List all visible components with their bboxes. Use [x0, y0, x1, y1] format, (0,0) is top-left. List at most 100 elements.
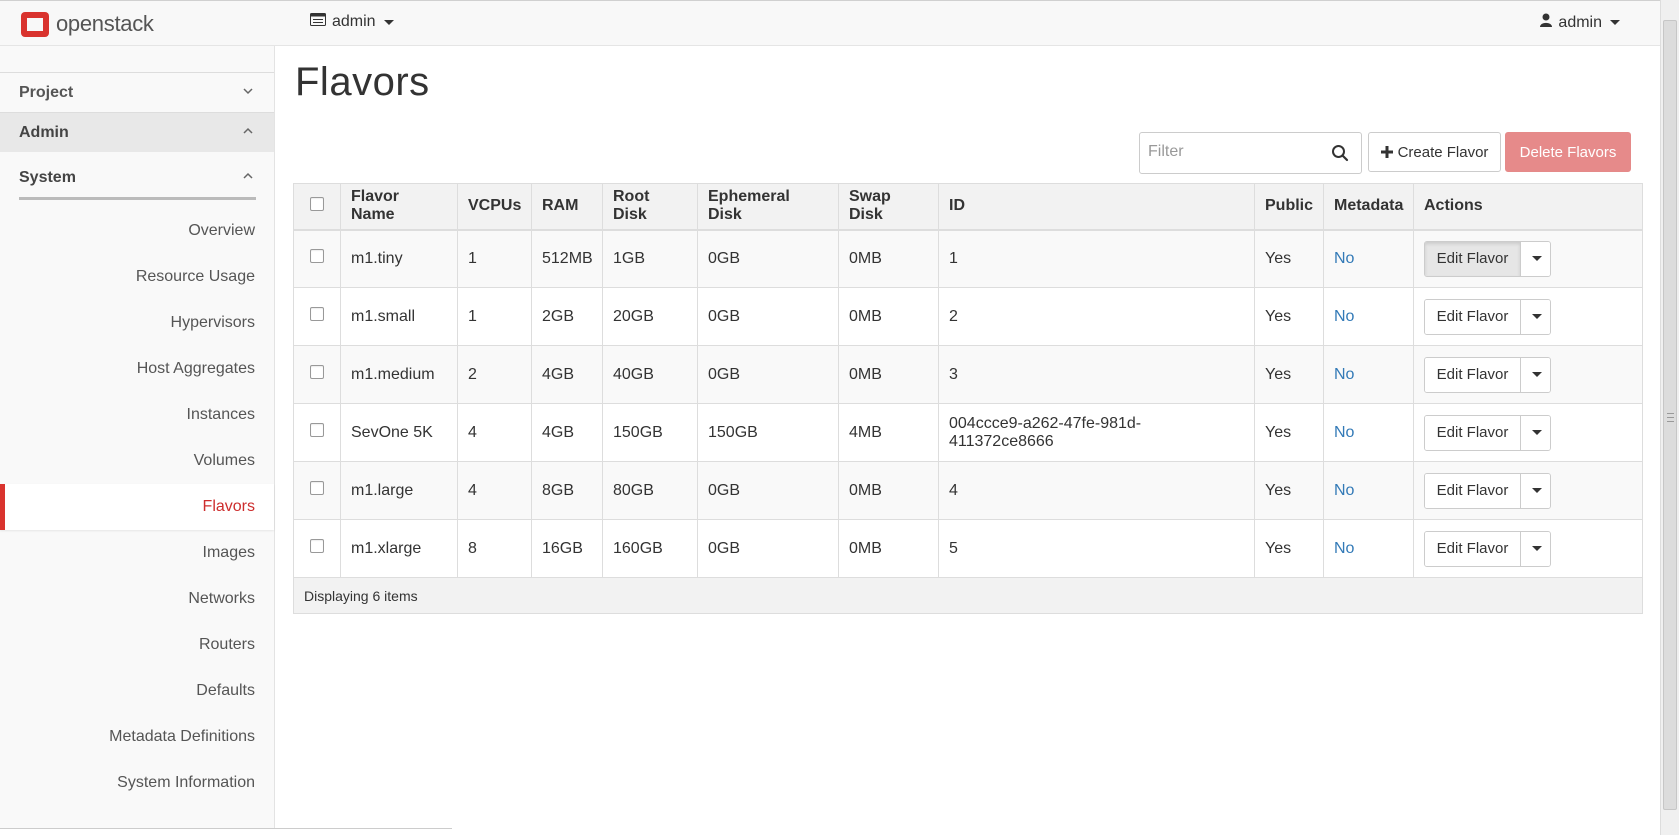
row-actions-toggle[interactable]	[1521, 415, 1550, 450]
row-actions-toggle[interactable]	[1521, 473, 1550, 508]
metadata-link[interactable]: No	[1334, 424, 1354, 441]
row-select-cell	[293, 461, 341, 520]
project-switcher[interactable]: admin	[310, 13, 394, 31]
cell-actions: Edit Flavor	[1413, 461, 1643, 520]
sidebar-item-metadata-definitions[interactable]: Metadata Definitions	[0, 714, 274, 760]
sidebar-item-overview[interactable]: Overview	[0, 208, 274, 254]
edit-flavor-button[interactable]: Edit Flavor	[1425, 299, 1521, 334]
plus-icon	[1380, 146, 1393, 158]
sidebar-item-system-information[interactable]: System Information	[0, 760, 274, 806]
sidebar-group-label: Project	[19, 83, 74, 101]
cell-metadata: No	[1323, 345, 1414, 404]
row-select-cell	[293, 287, 341, 346]
cell-ephemeral-disk: 0GB	[697, 229, 839, 288]
column-header-swap-disk[interactable]: Swap Disk	[838, 183, 939, 231]
column-header-metadata[interactable]: Metadata	[1323, 183, 1414, 231]
sidebar-group-project[interactable]: Project	[0, 72, 274, 112]
filter-box	[1139, 132, 1362, 174]
cell-vcpus: 8	[457, 519, 532, 578]
edit-flavor-button[interactable]: Edit Flavor	[1425, 241, 1521, 276]
chevron-down-icon	[1531, 314, 1542, 319]
chevron-down-icon	[1531, 372, 1542, 377]
metadata-link[interactable]: No	[1334, 482, 1354, 499]
sidebar-item-routers[interactable]: Routers	[0, 622, 274, 668]
row-actions-toggle[interactable]	[1521, 357, 1550, 392]
search-icon[interactable]	[1331, 144, 1349, 162]
table-row: m1.small 1 2GB 20GB 0GB 0MB 2 Yes No Edi…	[293, 287, 1643, 346]
edit-flavor-button[interactable]: Edit Flavor	[1425, 415, 1521, 450]
cell-root-disk: 40GB	[602, 345, 698, 404]
row-checkbox[interactable]	[310, 365, 324, 379]
edit-flavor-button[interactable]: Edit Flavor	[1425, 473, 1521, 508]
scrollbar-thumb[interactable]	[1663, 20, 1677, 810]
cell-ephemeral-disk: 0GB	[697, 345, 839, 404]
openstack-logo[interactable]: openstack	[20, 9, 154, 39]
metadata-link[interactable]: No	[1334, 308, 1354, 325]
row-actions: Edit Flavor	[1424, 356, 1551, 393]
select-all-checkbox[interactable]	[310, 196, 324, 211]
row-checkbox[interactable]	[310, 423, 324, 437]
row-actions: Edit Flavor	[1424, 240, 1551, 277]
sidebar-item-hypervisors[interactable]: Hypervisors	[0, 300, 274, 346]
chevron-down-icon	[1531, 256, 1542, 262]
cell-public: Yes	[1254, 461, 1324, 520]
metadata-link[interactable]: No	[1334, 540, 1354, 557]
cell-public: Yes	[1254, 229, 1324, 288]
column-header-ram[interactable]: RAM	[531, 183, 603, 231]
cell-flavor-name: SevOne 5K	[340, 403, 458, 462]
sidebar-subgroup-system[interactable]: System	[19, 158, 256, 200]
column-header-flavor-name[interactable]: Flavor Name	[340, 183, 458, 231]
create-flavor-button[interactable]: Create Flavor	[1368, 132, 1501, 172]
column-header-vcpus[interactable]: VCPUs	[457, 183, 532, 231]
cell-metadata: No	[1323, 287, 1414, 346]
filter-input[interactable]	[1140, 133, 1328, 171]
column-header-ephemeral-disk[interactable]: Ephemeral Disk	[697, 183, 839, 231]
vertical-scrollbar[interactable]	[1660, 0, 1679, 835]
row-checkbox[interactable]	[310, 481, 324, 495]
sidebar-item-resource-usage[interactable]: Resource Usage	[0, 254, 274, 300]
metadata-link[interactable]: No	[1334, 250, 1354, 267]
row-actions-toggle[interactable]	[1521, 299, 1550, 334]
column-header-id[interactable]: ID	[938, 183, 1255, 231]
sidebar-item-host-aggregates[interactable]: Host Aggregates	[0, 346, 274, 392]
cell-swap-disk: 0MB	[838, 461, 939, 520]
row-actions: Edit Flavor	[1424, 298, 1551, 335]
cell-vcpus: 1	[457, 229, 532, 288]
cell-actions: Edit Flavor	[1413, 403, 1643, 462]
cell-actions: Edit Flavor	[1413, 519, 1643, 578]
cell-id: 4	[938, 461, 1255, 520]
row-checkbox[interactable]	[310, 307, 324, 321]
flavors-table-wrapper: Flavor Name VCPUs RAM Root Disk Ephemera…	[293, 183, 1643, 614]
cell-ephemeral-disk: 150GB	[697, 403, 839, 462]
project-switcher-label: admin	[332, 13, 376, 30]
sidebar-group-admin[interactable]: Admin	[0, 112, 274, 152]
delete-flavors-button[interactable]: Delete Flavors	[1505, 132, 1631, 172]
column-header-root-disk[interactable]: Root Disk	[602, 183, 698, 231]
sidebar-item-instances[interactable]: Instances	[0, 392, 274, 438]
row-actions-toggle[interactable]	[1521, 531, 1550, 566]
sidebar-item-images[interactable]: Images	[0, 530, 274, 576]
edit-flavor-button[interactable]: Edit Flavor	[1425, 357, 1521, 392]
cell-root-disk: 1GB	[602, 229, 698, 288]
row-actions-toggle[interactable]	[1521, 241, 1550, 276]
cell-root-disk: 80GB	[602, 461, 698, 520]
logo-text: openstack	[56, 11, 154, 36]
user-menu[interactable]: admin	[1540, 13, 1620, 32]
sidebar-item-defaults[interactable]: Defaults	[0, 668, 274, 714]
sidebar-item-flavors[interactable]: Flavors	[0, 484, 274, 530]
row-checkbox[interactable]	[310, 539, 324, 553]
user-icon	[1540, 13, 1553, 32]
cell-id: 5	[938, 519, 1255, 578]
metadata-link[interactable]: No	[1334, 366, 1354, 383]
scrollbar-grip-icon	[1667, 413, 1674, 422]
cell-ram: 2GB	[531, 287, 603, 346]
column-header-public[interactable]: Public	[1254, 183, 1324, 231]
sidebar-item-volumes[interactable]: Volumes	[0, 438, 274, 484]
table-row: SevOne 5K 4 4GB 150GB 150GB 4MB 004ccce9…	[293, 403, 1643, 462]
edit-flavor-button[interactable]: Edit Flavor	[1425, 531, 1521, 566]
cell-ram: 4GB	[531, 403, 603, 462]
row-checkbox[interactable]	[310, 249, 324, 264]
top-navbar: openstack admin admin	[0, 0, 1660, 46]
sidebar-item-networks[interactable]: Networks	[0, 576, 274, 622]
row-select-cell	[293, 519, 341, 578]
